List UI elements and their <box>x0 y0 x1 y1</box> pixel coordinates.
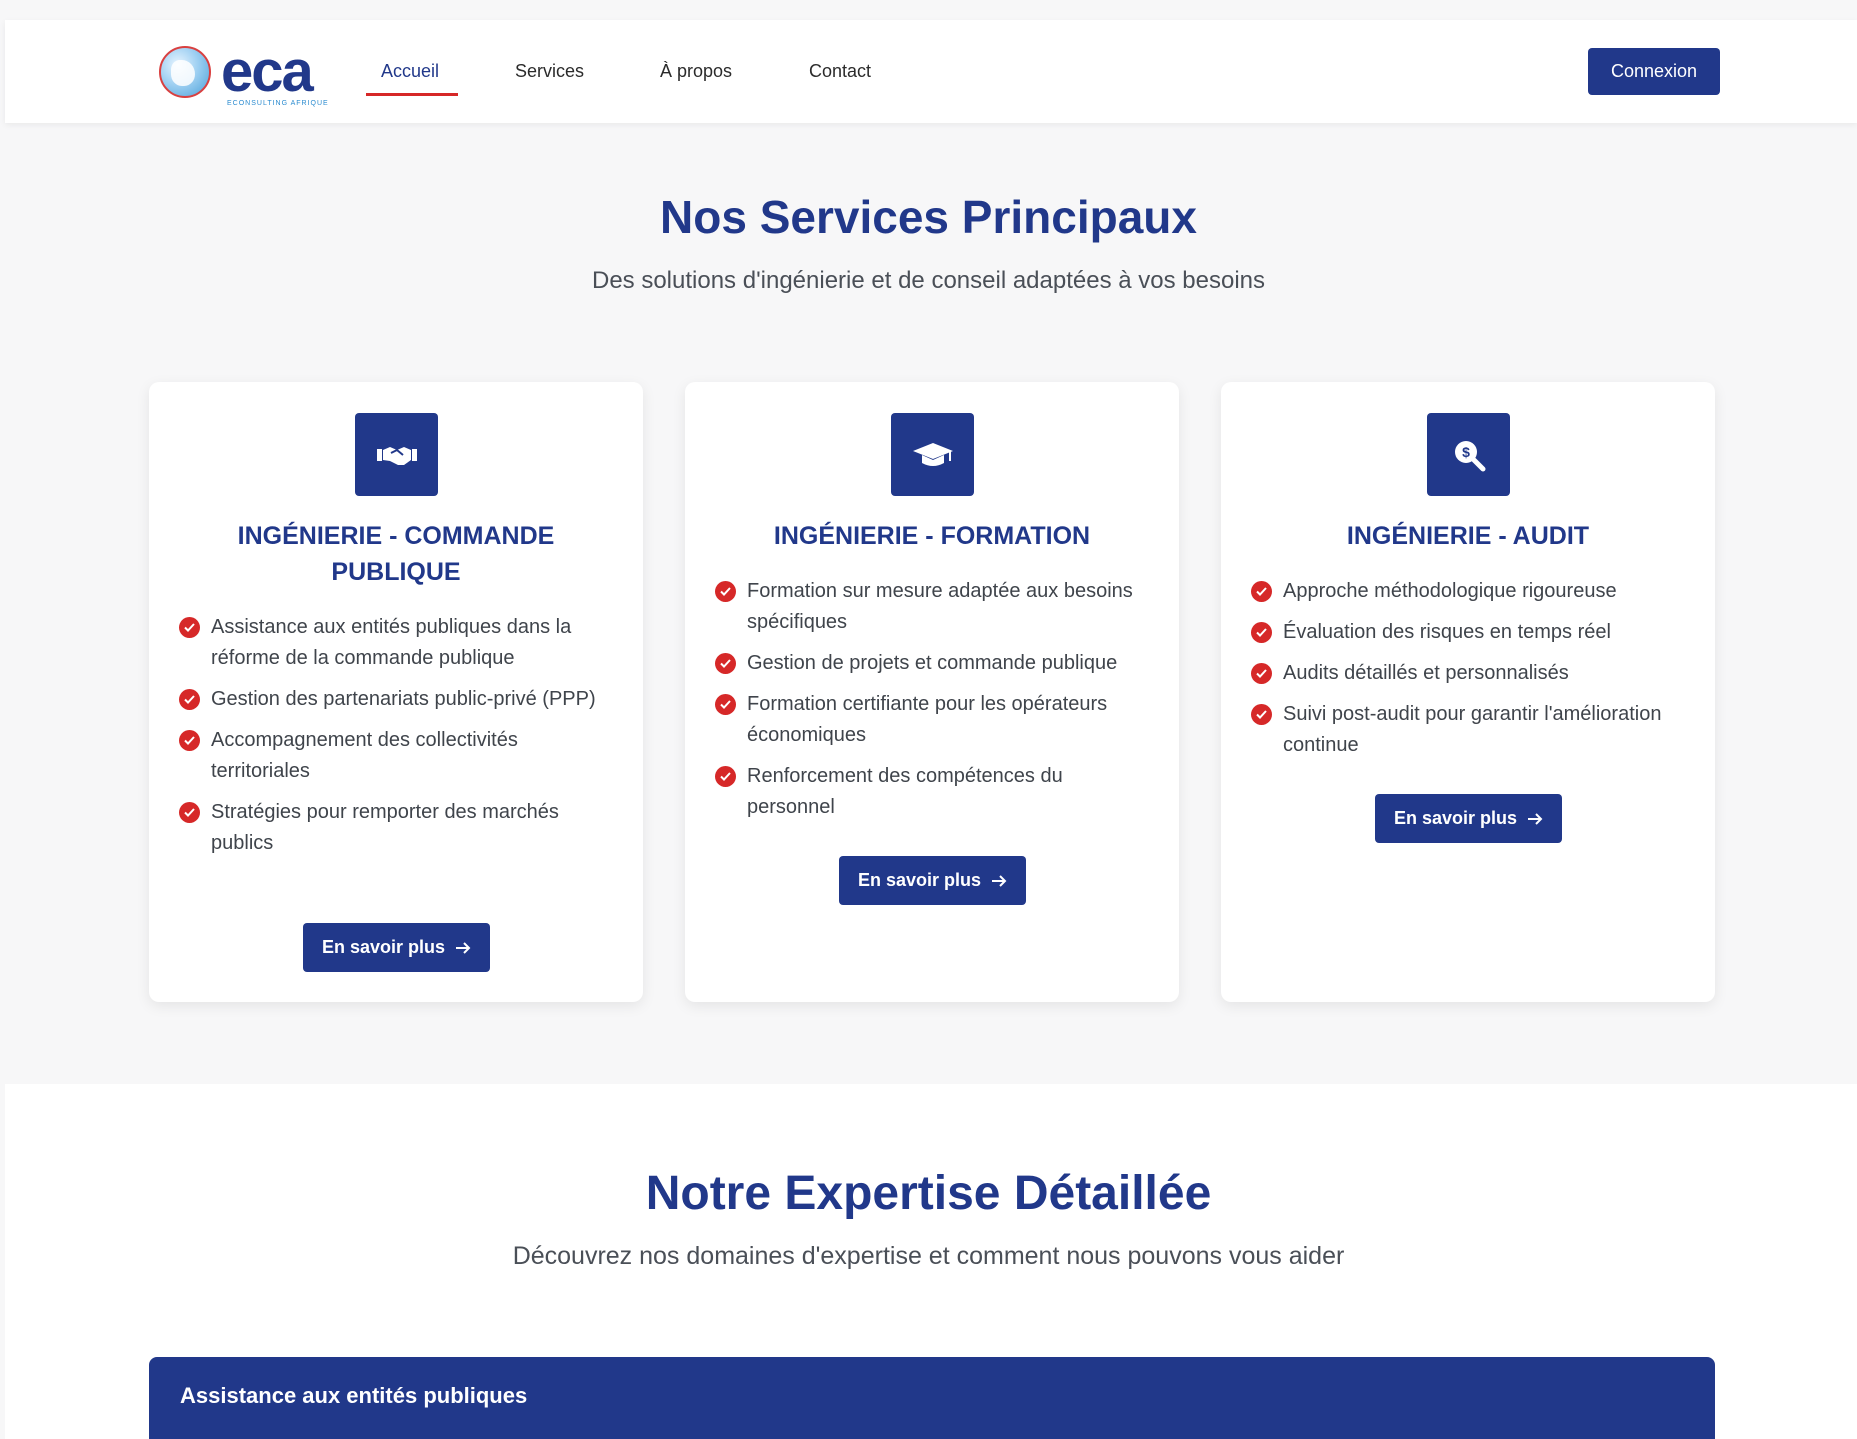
list-item-text: Suivi post-audit pour garantir l'amélior… <box>1283 703 1662 756</box>
learn-more-label: En savoir plus <box>1393 808 1518 828</box>
globe-logo-icon <box>159 46 211 98</box>
nav-active-underline <box>366 93 458 96</box>
page: eca ECONSULTING AFRIQUE Accueil Services… <box>0 0 1857 1439</box>
list-item: Gestion des partenariats public-privé (P… <box>179 684 619 715</box>
login-button[interactable]: Connexion <box>1588 48 1720 95</box>
list-item-text: Assistance aux entités publiques dans la… <box>211 616 572 669</box>
arrow-right-icon <box>1528 812 1543 825</box>
svg-text:$: $ <box>1462 444 1470 460</box>
search-dollar-icon: $ <box>1427 413 1510 496</box>
check-circle-icon <box>715 766 736 787</box>
list-item-text: Formation sur mesure adaptée aux besoins… <box>747 580 1133 633</box>
check-circle-icon <box>179 730 200 751</box>
list-item: Formation sur mesure adaptée aux besoins… <box>715 576 1155 638</box>
list-item-text: Audits détaillés et personnalisés <box>1283 662 1569 684</box>
check-circle-icon <box>1251 704 1272 725</box>
logo[interactable]: eca ECONSULTING AFRIQUE <box>155 39 335 107</box>
expertise-subtitle: Découvrez nos domaines d'expertise et co… <box>512 1242 1345 1270</box>
expertise-title: Notre Expertise Détaillée <box>645 1167 1212 1220</box>
site-header: eca ECONSULTING AFRIQUE Accueil Services… <box>5 20 1857 123</box>
service-card-commande-publique: INGÉNIERIE - COMMANDE PUBLIQUE Assistanc… <box>149 382 643 1002</box>
learn-more-button[interactable]: En savoir plus <box>1375 794 1562 843</box>
list-item: Gestion de projets et commande publique <box>715 648 1155 679</box>
feature-list: Approche méthodologique rigoureuse Évalu… <box>1251 576 1691 771</box>
check-circle-icon <box>715 694 736 715</box>
list-item: Audits détaillés et personnalisés <box>1251 658 1691 689</box>
handshake-icon <box>355 413 438 496</box>
nav-a-propos[interactable]: À propos <box>660 20 732 123</box>
feature-list: Assistance aux entités publiques dans la… <box>179 612 619 869</box>
card-title: INGÉNIERIE - FORMATION <box>773 522 1091 550</box>
list-item: Renforcement des compétences du personne… <box>715 761 1155 823</box>
check-circle-icon <box>179 802 200 823</box>
learn-more-button[interactable]: En savoir plus <box>839 856 1026 905</box>
list-item-text: Gestion de projets et commande publique <box>747 652 1118 674</box>
list-item: Évaluation des risques en temps réel <box>1251 617 1691 648</box>
card-title: INGÉNIERIE - COMMANDE PUBLIQUE <box>237 522 555 586</box>
list-item-text: Approche méthodologique rigoureuse <box>1283 580 1617 602</box>
check-circle-icon <box>1251 581 1272 602</box>
accordion-item-assistance[interactable]: Assistance aux entités publiques <box>149 1357 1715 1439</box>
list-item: Formation certifiante pour les opérateur… <box>715 689 1155 751</box>
check-circle-icon <box>1251 622 1272 643</box>
learn-more-button[interactable]: En savoir plus <box>303 923 490 972</box>
services-subtitle: Des solutions d'ingénierie et de conseil… <box>591 267 1265 294</box>
logo-wordmark: eca <box>221 39 314 104</box>
check-circle-icon <box>179 689 200 710</box>
check-circle-icon <box>715 653 736 674</box>
feature-list: Formation sur mesure adaptée aux besoins… <box>715 576 1155 833</box>
accordion-title: Assistance aux entités publiques <box>180 1383 528 1408</box>
card-title: INGÉNIERIE - AUDIT <box>1346 522 1590 550</box>
list-item: Stratégies pour remporter des marchés pu… <box>179 797 619 859</box>
list-item-text: Formation certifiante pour les opérateur… <box>747 693 1108 746</box>
nav-services[interactable]: Services <box>515 20 584 123</box>
list-item-text: Évaluation des risques en temps réel <box>1283 621 1611 643</box>
learn-more-label: En savoir plus <box>857 870 982 890</box>
graduation-cap-icon <box>891 413 974 496</box>
list-item-text: Gestion des partenariats public-privé (P… <box>211 688 596 710</box>
check-circle-icon <box>179 617 200 638</box>
list-item: Assistance aux entités publiques dans la… <box>179 612 619 674</box>
logo-tagline: ECONSULTING AFRIQUE <box>227 100 329 107</box>
service-card-formation: INGÉNIERIE - FORMATION Formation sur mes… <box>685 382 1179 1002</box>
list-item-text: Accompagnement des collectivités territo… <box>211 729 518 782</box>
arrow-right-icon <box>992 874 1007 887</box>
nav-accueil[interactable]: Accueil <box>381 20 439 123</box>
nav-contact[interactable]: Contact <box>809 20 871 123</box>
check-circle-icon <box>715 581 736 602</box>
list-item-text: Renforcement des compétences du personne… <box>747 765 1063 818</box>
learn-more-label: En savoir plus <box>321 937 446 957</box>
list-item: Approche méthodologique rigoureuse <box>1251 576 1691 607</box>
list-item: Accompagnement des collectivités territo… <box>179 725 619 787</box>
service-card-audit: $ INGÉNIERIE - AUDIT Approche méthodolog… <box>1221 382 1715 1002</box>
arrow-right-icon <box>456 941 471 954</box>
check-circle-icon <box>1251 663 1272 684</box>
list-item: Suivi post-audit pour garantir l'amélior… <box>1251 699 1691 761</box>
list-item-text: Stratégies pour remporter des marchés pu… <box>211 801 559 854</box>
services-title: Nos Services Principaux <box>660 191 1197 243</box>
